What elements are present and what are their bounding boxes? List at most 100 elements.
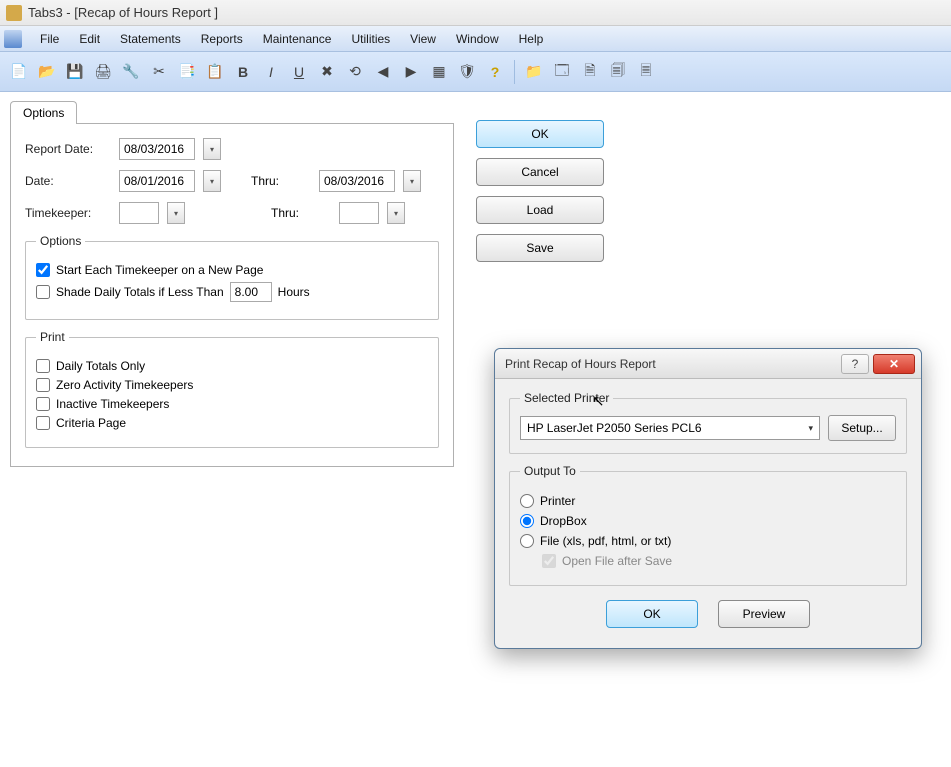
tool-folder2-icon[interactable]: 📁 — [521, 59, 547, 85]
label-date: Date: — [25, 174, 111, 188]
setup-button[interactable]: Setup... — [828, 415, 896, 441]
tool-tool-icon[interactable]: 🔧 — [118, 59, 144, 85]
checkbox-inactive[interactable] — [36, 397, 50, 411]
radio-printer[interactable] — [520, 494, 534, 508]
tool-paste-icon[interactable]: 📋 — [202, 59, 228, 85]
timekeeper-thru-dropdown-icon[interactable]: ▾ — [387, 202, 405, 224]
menu-view[interactable]: View — [400, 28, 446, 50]
label-timekeeper: Timekeeper: — [25, 206, 111, 220]
load-button[interactable]: Load — [476, 196, 604, 224]
label-radio-dropbox: DropBox — [540, 514, 587, 528]
toolbar-separator — [514, 60, 515, 84]
cancel-button[interactable]: Cancel — [476, 158, 604, 186]
radio-file[interactable] — [520, 534, 534, 548]
menu-bar: File Edit Statements Reports Maintenance… — [0, 26, 951, 52]
tool-back-icon[interactable]: ◀ — [370, 59, 396, 85]
checkbox-open-after — [542, 554, 556, 568]
label-criteria: Criteria Page — [56, 416, 126, 430]
timekeeper-thru-input[interactable] — [339, 202, 379, 224]
date-thru-input[interactable] — [319, 170, 395, 192]
tool-shield-icon[interactable]: 🛡 — [454, 59, 480, 85]
menu-window[interactable]: Window — [446, 28, 509, 50]
tool-italic-icon[interactable]: I — [258, 59, 284, 85]
date-from-input[interactable] — [119, 170, 195, 192]
tool-doc2-icon[interactable]: 🗐 — [605, 59, 631, 85]
checkbox-zero-activity[interactable] — [36, 378, 50, 392]
options-panel: Report Date: ▾ Date: ▾ Thru: ▾ Timekeepe… — [10, 123, 454, 467]
label-radio-file: File (xls, pdf, html, or txt) — [540, 534, 671, 548]
date-from-dropdown-icon[interactable]: ▾ — [203, 170, 221, 192]
label-radio-printer: Printer — [540, 494, 575, 508]
tool-underline-icon[interactable]: U — [286, 59, 312, 85]
menu-statements[interactable]: Statements — [110, 28, 191, 50]
radio-dropbox[interactable] — [520, 514, 534, 528]
report-date-dropdown-icon[interactable]: ▾ — [203, 138, 221, 160]
tool-delete-icon[interactable]: ✖ — [314, 59, 340, 85]
tool-new-icon[interactable]: 📄 — [6, 59, 32, 85]
menu-file[interactable]: File — [30, 28, 69, 50]
toolbar: 📄 📂 💾 🖨 🔧 ✂ 📑 📋 B I U ✖ ⟲ ◀ ▶ ▦ 🛡 ? 📁 🗔 … — [0, 52, 951, 92]
menu-app-icon — [4, 30, 22, 48]
dialog-preview-button[interactable]: Preview — [718, 600, 810, 628]
chevron-down-icon: ▾ — [808, 423, 813, 434]
window-title: Tabs3 - [Recap of Hours Report ] — [28, 5, 218, 20]
label-hours: Hours — [278, 285, 310, 299]
tool-copy-icon[interactable]: 📑 — [174, 59, 200, 85]
checkbox-new-page[interactable] — [36, 263, 50, 277]
dialog-help-icon[interactable]: ? — [841, 354, 869, 374]
output-to-group: Output To Printer DropBox File (xls, pdf… — [509, 464, 907, 586]
tool-nav1-icon[interactable]: ⟲ — [342, 59, 368, 85]
tool-doc-icon[interactable]: 🗎 — [577, 59, 603, 85]
label-thru-date: Thru: — [251, 174, 311, 188]
label-open-after: Open File after Save — [562, 554, 672, 568]
menu-maintenance[interactable]: Maintenance — [253, 28, 342, 50]
checkbox-daily-totals[interactable] — [36, 359, 50, 373]
shade-hours-input[interactable] — [230, 282, 272, 302]
report-date-input[interactable] — [119, 138, 195, 160]
tab-options[interactable]: Options — [10, 101, 77, 124]
tool-bold-icon[interactable]: B — [230, 59, 256, 85]
save-button[interactable]: Save — [476, 234, 604, 262]
ok-button[interactable]: OK — [476, 120, 604, 148]
printer-select-value: HP LaserJet P2050 Series PCL6 — [527, 421, 702, 435]
dialog-title-bar[interactable]: Print Recap of Hours Report ? ✕ — [495, 349, 921, 379]
tool-open-icon[interactable]: 📂 — [34, 59, 60, 85]
options-legend: Options — [36, 234, 85, 248]
dialog-ok-button[interactable]: OK — [606, 600, 698, 628]
tool-forward-icon[interactable]: ▶ — [398, 59, 424, 85]
output-to-legend: Output To — [520, 464, 580, 478]
tool-help-icon[interactable]: ? — [482, 59, 508, 85]
print-group: Print Daily Totals Only Zero Activity Ti… — [25, 330, 439, 448]
label-report-date: Report Date: — [25, 142, 111, 156]
printer-select[interactable]: HP LaserJet P2050 Series PCL6 ▾ — [520, 416, 820, 440]
timekeeper-from-dropdown-icon[interactable]: ▾ — [167, 202, 185, 224]
menu-help[interactable]: Help — [509, 28, 554, 50]
window-title-bar: Tabs3 - [Recap of Hours Report ] — [0, 0, 951, 26]
tool-doc3-icon[interactable]: 🗏 — [633, 59, 659, 85]
tool-grid-icon[interactable]: ▦ — [426, 59, 452, 85]
menu-reports[interactable]: Reports — [191, 28, 253, 50]
selected-printer-group: Selected Printer HP LaserJet P2050 Serie… — [509, 391, 907, 454]
tool-cut-icon[interactable]: ✂ — [146, 59, 172, 85]
tool-print-icon[interactable]: 🖨 — [90, 59, 116, 85]
menu-utilities[interactable]: Utilities — [341, 28, 400, 50]
print-legend: Print — [36, 330, 69, 344]
tool-save-icon[interactable]: 💾 — [62, 59, 88, 85]
selected-printer-legend: Selected Printer — [520, 391, 613, 405]
app-icon — [6, 5, 22, 21]
dialog-close-icon[interactable]: ✕ — [873, 354, 915, 374]
checkbox-shade[interactable] — [36, 285, 50, 299]
dialog-title: Print Recap of Hours Report — [505, 357, 656, 371]
options-group: Options Start Each Timekeeper on a New P… — [25, 234, 439, 320]
label-daily-totals: Daily Totals Only — [56, 359, 145, 373]
label-inactive: Inactive Timekeepers — [56, 397, 169, 411]
label-shade: Shade Daily Totals if Less Than — [56, 285, 224, 299]
tool-window-icon[interactable]: 🗔 — [549, 59, 575, 85]
checkbox-criteria[interactable] — [36, 416, 50, 430]
label-zero-activity: Zero Activity Timekeepers — [56, 378, 193, 392]
timekeeper-from-input[interactable] — [119, 202, 159, 224]
menu-edit[interactable]: Edit — [69, 28, 110, 50]
print-dialog: Print Recap of Hours Report ? ✕ Selected… — [494, 348, 922, 649]
label-new-page: Start Each Timekeeper on a New Page — [56, 263, 263, 277]
date-thru-dropdown-icon[interactable]: ▾ — [403, 170, 421, 192]
